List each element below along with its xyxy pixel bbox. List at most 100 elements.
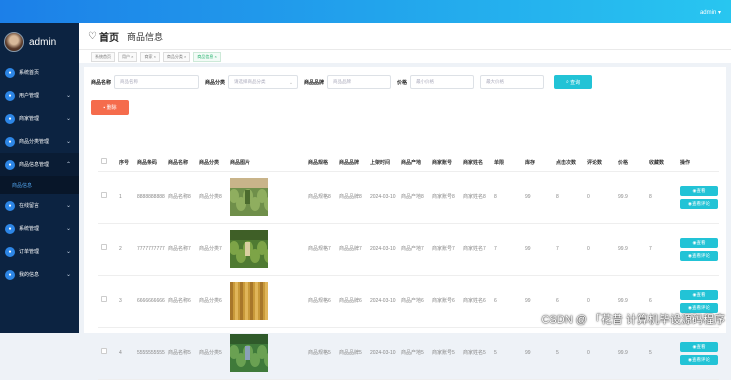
cell-no: 3 — [116, 275, 134, 327]
breadcrumb-home[interactable]: 首页 — [99, 29, 119, 44]
price-min-input[interactable]: 最小价格 — [410, 75, 474, 89]
row-checkbox[interactable] — [101, 348, 107, 354]
cell-code: 5555555555 — [134, 327, 165, 379]
sidebar-menu: ●系统首页●用户管理⌄●商家管理⌄●商品分类管理⌄●商品信息管理⌃商品信息●在线… — [0, 61, 79, 286]
cell-limit: 7 — [491, 223, 522, 275]
chevron-down-icon: ⌄ — [66, 248, 71, 255]
cell-category: 商品分类5 — [196, 327, 227, 379]
cell-comments: 0 — [584, 327, 615, 379]
cell-spec: 商品规格5 — [305, 327, 336, 379]
select-all-header[interactable] — [98, 154, 116, 171]
price-max-input[interactable]: 最大价格 — [480, 75, 544, 89]
sidebar-subitem[interactable]: 商品信息 — [0, 176, 79, 194]
view-button[interactable]: ◉ 查看 — [680, 238, 718, 248]
column-header: 评论数 — [584, 154, 615, 171]
brand-input[interactable]: 商品品牌 — [327, 75, 391, 89]
column-header: 商品分类 — [196, 154, 227, 171]
cell-time: 2024-03-10 — [367, 327, 398, 379]
tab-user[interactable]: 用户 × — [118, 52, 137, 62]
cell-comments: 0 — [584, 171, 615, 223]
view-button[interactable]: ◉ 查看 — [680, 290, 718, 300]
sidebar-item-label: 在线留言 — [19, 202, 39, 209]
column-header: 商品图片 — [227, 154, 305, 171]
cell-price: 99.9 — [615, 223, 646, 275]
category-icon: ● — [5, 137, 15, 147]
cell-account: 商家账号5 — [429, 327, 460, 379]
sidebar-item[interactable]: ●商品信息管理⌃ — [0, 153, 79, 176]
chevron-up-icon: ⌃ — [66, 161, 71, 168]
view-button[interactable]: ◉ 查看 — [680, 342, 718, 352]
sidebar-item[interactable]: ●我的信息⌄ — [0, 263, 79, 286]
cell-limit: 5 — [491, 327, 522, 379]
cell-code: 6666666666 — [134, 275, 165, 327]
sidebar-item-label: 用户管理 — [19, 92, 39, 99]
row-checkbox[interactable] — [101, 192, 107, 198]
cell-name: 商品名称8 — [165, 171, 196, 223]
cell-comments: 0 — [584, 223, 615, 275]
cell-no: 2 — [116, 223, 134, 275]
view-comments-button[interactable]: ◉ 查看评论 — [680, 251, 718, 261]
cell-merchant: 商家姓名7 — [460, 223, 491, 275]
cell-merchant: 商家姓名6 — [460, 275, 491, 327]
column-header: 操作 — [677, 154, 719, 171]
view-button[interactable]: ◉ 查看 — [680, 186, 718, 196]
cell-code: 8888888888 — [134, 171, 165, 223]
search-button[interactable]: ⌕ 查询 — [554, 75, 592, 89]
category-label: 商品分类 — [205, 79, 225, 86]
sidebar-item-label: 系统首页 — [19, 69, 39, 76]
heart-icon: ♡ — [88, 31, 97, 42]
cell-spec: 商品规格7 — [305, 223, 336, 275]
name-input[interactable]: 商品名称 — [114, 75, 199, 89]
cell-account: 商家账号7 — [429, 223, 460, 275]
tab-merchant[interactable]: 商家 × — [140, 52, 159, 62]
table-row: 45555555555商品名称5商品分类5商品规格5商品品牌52024-03-1… — [98, 327, 719, 379]
search-bar: 商品名称 商品名称 商品分类 请选择商品分类⌄ 商品品牌 商品品牌 价格 最小价… — [91, 75, 592, 89]
row-checkbox[interactable] — [101, 296, 107, 302]
delete-button[interactable]: ▪ 删除 — [91, 100, 129, 115]
actions-cell: ◉ 查看 ◉ 查看评论 — [677, 223, 719, 275]
row-checkbox[interactable] — [101, 244, 107, 250]
tab-home[interactable]: 系统首页 — [91, 52, 115, 62]
user-icon: ● — [5, 91, 15, 101]
sidebar-item-label: 商品分类管理 — [19, 138, 49, 145]
tab-goods[interactable]: 商品信息 × — [193, 52, 220, 62]
sidebar-item[interactable]: ● 系统首页 — [0, 61, 79, 84]
page-header: ♡ 首页 商品信息 — [79, 23, 731, 49]
goods-table: 序号商品条码商品名称商品分类商品图片商品规格商品品牌上架时间商品产地商家账号商家… — [98, 154, 719, 380]
cell-clicks: 8 — [553, 171, 584, 223]
sidebar-item[interactable]: ●商品分类管理⌄ — [0, 130, 79, 153]
select-all-checkbox[interactable] — [101, 158, 107, 164]
goods-icon: ● — [5, 160, 15, 170]
chevron-down-icon: ⌄ — [66, 225, 71, 232]
column-header: 商家姓名 — [460, 154, 491, 171]
user-menu[interactable]: admin ▾ — [700, 9, 721, 16]
chevron-down-icon: ⌄ — [66, 115, 71, 122]
cell-category: 商品分类6 — [196, 275, 227, 327]
column-header: 商品规格 — [305, 154, 336, 171]
row-select-cell — [98, 223, 116, 275]
cell-brand: 商品品牌5 — [336, 327, 367, 379]
view-comments-button[interactable]: ◉ 查看评论 — [680, 355, 718, 365]
actions-cell: ◉ 查看 ◉ 查看评论 — [677, 327, 719, 379]
column-header: 商品产地 — [398, 154, 429, 171]
sidebar-item[interactable]: ●在线留言⌄ — [0, 194, 79, 217]
category-select[interactable]: 请选择商品分类⌄ — [228, 75, 298, 89]
table-row: 27777777777商品名称7商品分类7商品规格7商品品牌72024-03-1… — [98, 223, 719, 275]
name-label: 商品名称 — [91, 79, 111, 86]
home-icon: ● — [5, 68, 15, 78]
cell-spec: 商品规格8 — [305, 171, 336, 223]
chevron-down-icon: ⌄ — [66, 202, 71, 209]
tab-category[interactable]: 商品分类 × — [163, 52, 190, 62]
sidebar-item[interactable]: ●订单管理⌄ — [0, 240, 79, 263]
cell-favs: 8 — [646, 171, 677, 223]
goods-image — [227, 171, 305, 223]
view-comments-button[interactable]: ◉ 查看评论 — [680, 199, 718, 209]
sidebar-item[interactable]: ●系统管理⌄ — [0, 217, 79, 240]
cell-origin: 商品产地8 — [398, 171, 429, 223]
content-card: 商品名称 商品名称 商品分类 请选择商品分类⌄ 商品品牌 商品品牌 价格 最小价… — [84, 67, 726, 333]
column-header: 收藏数 — [646, 154, 677, 171]
cell-spec: 商品规格6 — [305, 275, 336, 327]
sidebar-item[interactable]: ●商家管理⌄ — [0, 107, 79, 130]
cell-favs: 5 — [646, 327, 677, 379]
sidebar-item[interactable]: ●用户管理⌄ — [0, 84, 79, 107]
